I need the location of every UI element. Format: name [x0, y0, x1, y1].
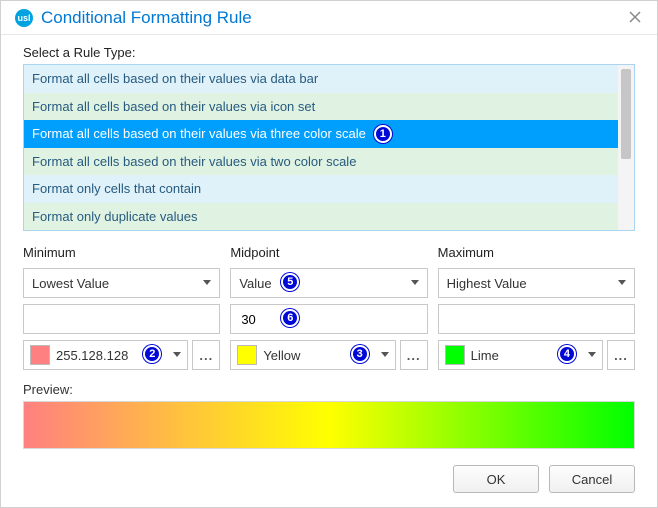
rule-type-label: Select a Rule Type: [23, 45, 635, 60]
app-logo-icon: usl [15, 9, 33, 27]
minimum-color-more-button[interactable]: ... [192, 340, 220, 370]
minimum-label: Minimum [23, 245, 220, 260]
minimum-color-label: 255.128.128 [56, 348, 128, 363]
annotation-callout: 3 [351, 345, 369, 363]
midpoint-label: Midpoint [230, 245, 427, 260]
rule-type-item[interactable]: Format all cells based on their values v… [24, 65, 618, 93]
chevron-down-icon [203, 280, 211, 286]
rule-type-item[interactable]: Format only duplicate values [24, 203, 618, 231]
rule-type-list-body: Format all cells based on their values v… [24, 65, 618, 230]
maximum-type-select[interactable]: Highest Value [438, 268, 635, 298]
rule-type-item-label: Format all cells based on their values v… [32, 99, 315, 114]
midpoint-color-select[interactable]: Yellow 3 [230, 340, 395, 370]
titlebar: usl Conditional Formatting Rule [1, 1, 657, 35]
dialog-buttons: OK Cancel [23, 465, 635, 493]
chevron-down-icon [411, 280, 419, 286]
maximum-color-label: Lime [471, 348, 499, 363]
maximum-column: Maximum Highest Value Lime 4 ... [438, 245, 635, 370]
maximum-color-select[interactable]: Lime 4 [438, 340, 603, 370]
minimum-value-field[interactable] [32, 311, 211, 328]
rule-type-item[interactable]: Format only cells that contain [24, 175, 618, 203]
dialog-window: usl Conditional Formatting Rule Select a… [0, 0, 658, 508]
close-icon [629, 10, 641, 26]
rule-type-item-label: Format all cells based on their values v… [32, 154, 356, 169]
midpoint-type-select[interactable]: Value 5 [230, 268, 427, 298]
scale-columns: Minimum Lowest Value 255.128.128 2 ... [23, 245, 635, 370]
dialog-content: Select a Rule Type: Format all cells bas… [1, 35, 657, 507]
maximum-color-swatch [445, 345, 465, 365]
chevron-down-icon [381, 352, 389, 358]
window-title: Conditional Formatting Rule [41, 8, 252, 28]
minimum-column: Minimum Lowest Value 255.128.128 2 ... [23, 245, 220, 370]
gradient-preview [23, 401, 635, 449]
rule-type-item-label: Format all cells based on their values v… [32, 126, 366, 141]
chevron-down-icon [618, 280, 626, 286]
annotation-callout: 5 [281, 273, 299, 291]
chevron-down-icon [173, 352, 181, 358]
maximum-color-more-button[interactable]: ... [607, 340, 635, 370]
rule-list-scrollbar[interactable] [618, 65, 634, 230]
ok-button[interactable]: OK [453, 465, 539, 493]
annotation-callout: 1 [374, 125, 392, 143]
maximum-label: Maximum [438, 245, 635, 260]
rule-type-item-label: Format only cells that contain [32, 181, 201, 196]
minimum-color-select[interactable]: 255.128.128 2 [23, 340, 188, 370]
annotation-callout: 4 [558, 345, 576, 363]
scrollbar-thumb[interactable] [621, 69, 631, 159]
preview-label: Preview: [23, 382, 635, 397]
midpoint-value-input[interactable]: 6 [230, 304, 427, 334]
rule-type-item-selected[interactable]: Format all cells based on their values v… [24, 120, 618, 148]
minimum-type-select[interactable]: Lowest Value [23, 268, 220, 298]
chevron-down-icon [588, 352, 596, 358]
rule-type-list: Format all cells based on their values v… [23, 64, 635, 231]
midpoint-type-value: Value [239, 276, 271, 291]
minimum-value-input[interactable] [23, 304, 220, 334]
maximum-type-value: Highest Value [447, 276, 527, 291]
minimum-color-swatch [30, 345, 50, 365]
maximum-value-field[interactable] [447, 311, 626, 328]
close-button[interactable] [623, 6, 647, 30]
minimum-type-value: Lowest Value [32, 276, 109, 291]
midpoint-column: Midpoint Value 5 6 Yellow 3 [230, 245, 427, 370]
midpoint-value-field[interactable] [239, 311, 418, 328]
rule-type-item[interactable]: Format all cells based on their values v… [24, 148, 618, 176]
cancel-button[interactable]: Cancel [549, 465, 635, 493]
rule-type-item[interactable]: Format all cells based on their values v… [24, 93, 618, 121]
rule-type-item-label: Format only duplicate values [32, 209, 197, 224]
midpoint-color-swatch [237, 345, 257, 365]
midpoint-color-label: Yellow [263, 348, 300, 363]
midpoint-color-more-button[interactable]: ... [400, 340, 428, 370]
rule-type-item-label: Format all cells based on their values v… [32, 71, 318, 86]
annotation-callout: 2 [143, 345, 161, 363]
maximum-value-input[interactable] [438, 304, 635, 334]
